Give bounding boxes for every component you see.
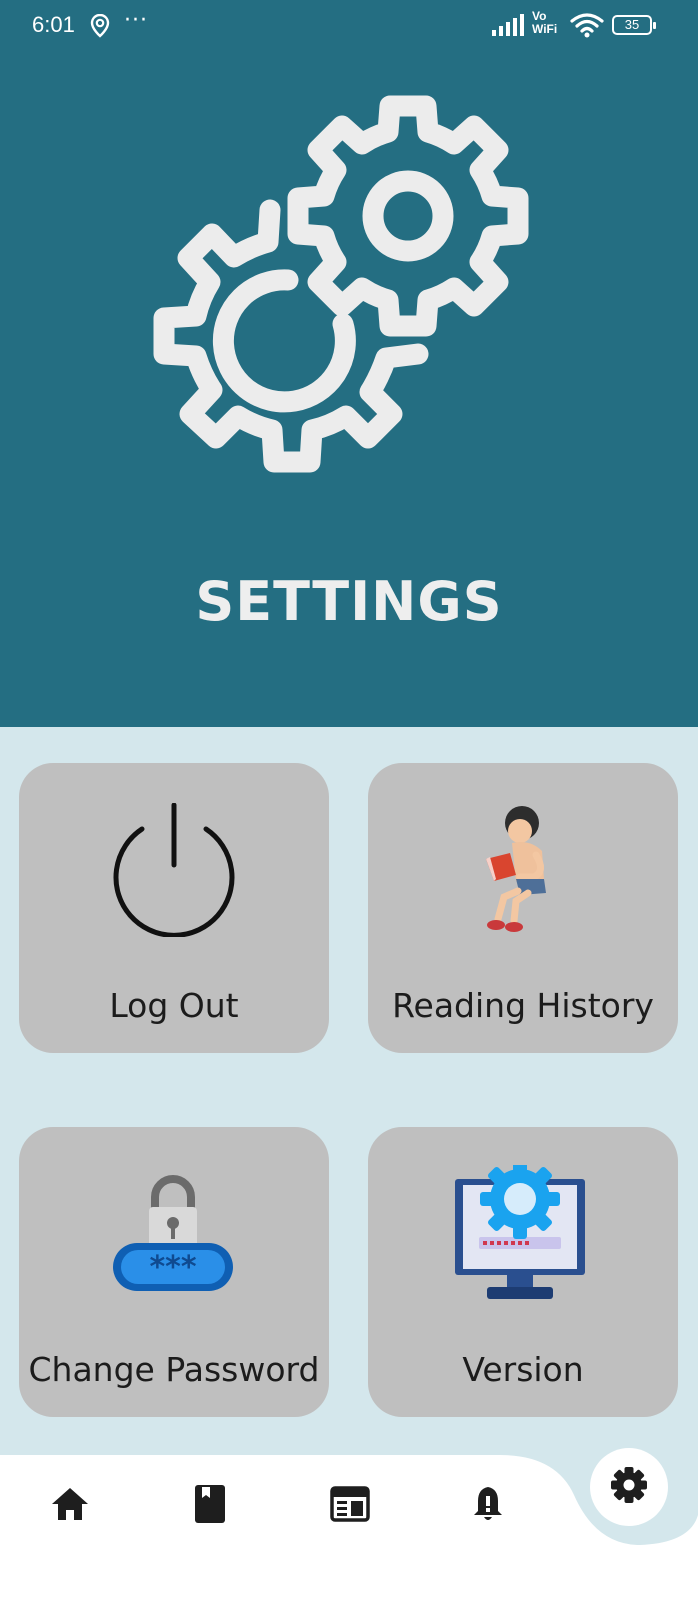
nav-home[interactable] [48,1484,92,1528]
power-icon [107,802,241,941]
battery-indicator: 35 [612,15,656,35]
vowifi-line2: WiFi [532,22,558,36]
monitor-settings-icon [453,1159,587,1305]
logout-card[interactable]: Log Out [19,763,329,1053]
home-icon [50,1486,90,1526]
more-notifications-icon: ··· [124,8,148,33]
status-time: 6:01 [32,12,75,37]
newspaper-icon [330,1486,370,1526]
settings-header: 6:01 ··· Vo WiFi 35 SETTINGS [0,0,698,727]
nav-notifications[interactable] [466,1484,510,1528]
location-icon [90,13,110,42]
reading-person-icon [472,801,562,941]
gears-icon [150,92,550,496]
nav-library[interactable] [188,1484,232,1528]
status-bar: 6:01 ··· Vo WiFi 35 [0,0,698,52]
version-card[interactable]: Version [368,1127,678,1417]
book-icon [194,1484,226,1528]
bell-icon [472,1485,504,1527]
change-password-card[interactable]: *** Change Password [19,1127,329,1417]
password-lock-icon: *** [111,1173,235,1297]
vowifi-indicator: Vo WiFi [532,10,557,36]
page-title: SETTINGS [195,570,503,633]
nav-settings[interactable] [590,1448,668,1526]
version-label: Version [462,1350,584,1389]
signal-icon [492,14,526,40]
change-password-label: Change Password [28,1350,320,1389]
nav-news[interactable] [328,1484,372,1528]
svg-text:***: *** [149,1250,196,1285]
reading-history-card[interactable]: Reading History [368,763,678,1053]
reading-history-label: Reading History [392,986,654,1025]
wifi-icon [570,12,604,42]
gear-icon [609,1465,649,1509]
logout-label: Log Out [109,986,239,1025]
